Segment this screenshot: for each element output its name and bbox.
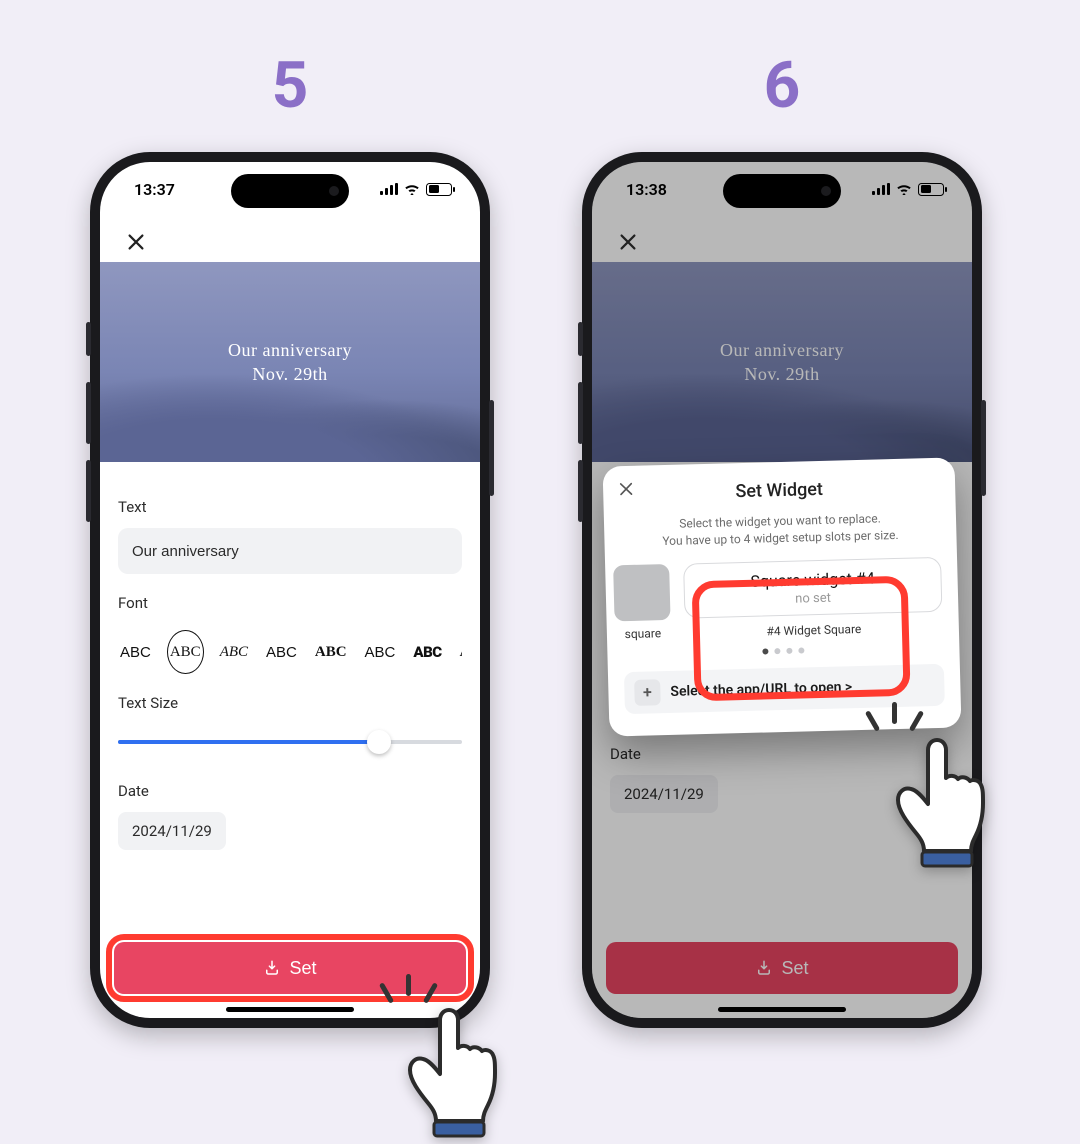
sheet-title: Set Widget <box>619 476 939 505</box>
phone-step-6: 13:38 Our anniversary Nov. 29th <box>582 152 982 1028</box>
home-indicator <box>718 1007 846 1012</box>
home-indicator <box>226 1007 354 1012</box>
battery-icon <box>918 183 944 196</box>
widget-slot-caption: #4 Widget Square <box>685 620 943 641</box>
set-widget-sheet: Set Widget Select the widget you want to… <box>603 457 962 736</box>
widget-size-square[interactable] <box>613 564 670 621</box>
signal-icon <box>380 183 398 195</box>
preview-title: Our anniversary <box>228 338 352 362</box>
close-button[interactable] <box>118 224 154 260</box>
signal-icon <box>872 183 890 195</box>
sheet-close-button[interactable] <box>617 480 636 502</box>
widget-preview: Our anniversary Nov. 29th <box>100 262 480 462</box>
font-option[interactable]: ABC <box>218 638 250 667</box>
font-option[interactable]: ABC <box>411 637 443 667</box>
font-option[interactable]: ABC <box>363 638 398 667</box>
close-button[interactable] <box>610 224 646 260</box>
preview-date: Nov. 29th <box>252 362 327 386</box>
font-picker[interactable]: ABC ABC ABC ABC ABC ABC ABC ABC <box>118 624 462 676</box>
text-size-label: Text Size <box>118 694 462 712</box>
widget-slot-card[interactable]: Square widget #4 no set <box>683 556 942 618</box>
date-label: Date <box>118 782 462 800</box>
dynamic-island <box>231 174 349 208</box>
phone-step-5: 13:37 Our anniversary Nov. 29th <box>90 152 490 1028</box>
sheet-desc-2: You have up to 4 widget setup slots per … <box>662 528 899 548</box>
set-button-label: Set <box>289 958 316 979</box>
font-label: Font <box>118 594 462 612</box>
set-icon <box>263 959 281 977</box>
step-number-5: 5 <box>90 48 490 123</box>
status-time: 13:37 <box>134 180 175 199</box>
sheet-desc-1: Select the widget you want to replace. <box>679 511 881 530</box>
select-app-row[interactable]: + Select the app/URL to open > <box>624 664 945 714</box>
step-number-6: 6 <box>582 48 982 123</box>
font-option[interactable]: ABC <box>313 638 349 667</box>
battery-icon <box>426 183 452 196</box>
set-button[interactable]: Set <box>114 942 466 994</box>
text-label: Text <box>118 498 462 516</box>
font-option[interactable]: ABC <box>458 638 462 667</box>
page-dots <box>623 644 943 658</box>
widget-size-label: square <box>615 626 671 641</box>
text-size-slider[interactable] <box>118 724 462 760</box>
text-input[interactable] <box>118 528 462 574</box>
select-app-label: Select the app/URL to open > <box>670 679 852 700</box>
wifi-icon <box>404 183 420 195</box>
wifi-icon <box>896 183 912 195</box>
date-field[interactable]: 2024/11/29 <box>118 812 226 850</box>
dynamic-island <box>723 174 841 208</box>
font-option[interactable]: ABC <box>118 638 153 667</box>
font-option-selected[interactable]: ABC <box>167 630 204 674</box>
plus-icon: + <box>634 679 661 706</box>
status-time: 13:38 <box>626 180 667 199</box>
font-option[interactable]: ABC <box>264 638 299 667</box>
